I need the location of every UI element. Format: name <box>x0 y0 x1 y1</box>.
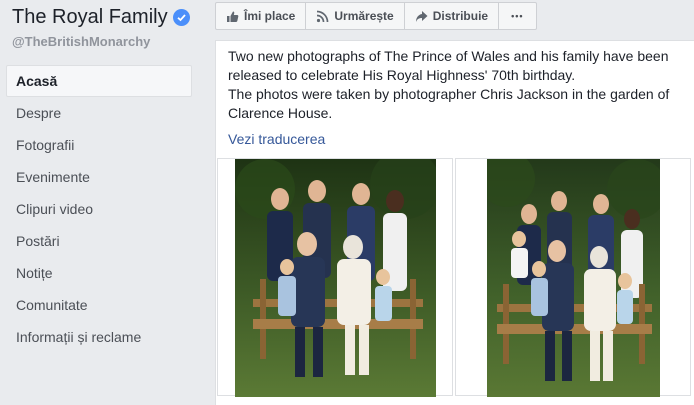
nav-item-photos[interactable]: Fotografii <box>6 129 192 161</box>
nav-item-videos[interactable]: Clipuri video <box>6 193 192 225</box>
family-photo-1 <box>235 159 436 397</box>
post-card: Two new photographs of The Prince of Wal… <box>215 40 694 405</box>
verified-badge-icon <box>172 9 190 26</box>
share-button[interactable]: Distribuie <box>405 3 500 29</box>
nav-item-posts[interactable]: Postări <box>6 225 192 257</box>
page-header: The Royal Family <box>12 6 190 29</box>
nav-item-about[interactable]: Despre <box>6 97 192 129</box>
share-arrow-icon <box>415 10 428 22</box>
nav-item-notes[interactable]: Notițe <box>6 257 192 289</box>
nav-item-home[interactable]: Acasă <box>6 65 192 97</box>
more-dots-icon: ••• <box>511 11 524 21</box>
nav-item-events[interactable]: Evenimente <box>6 161 192 193</box>
family-photo-2 <box>487 159 660 397</box>
like-button[interactable]: Îmi place <box>216 3 307 29</box>
thumbs-up-icon <box>227 11 239 22</box>
nav-item-info-ads[interactable]: Informații și reclame <box>6 321 192 353</box>
more-options-button[interactable]: ••• <box>499 3 535 29</box>
page-sidebar: The Royal Family @TheBritishMonarchy Aca… <box>0 0 203 405</box>
page-handle[interactable]: @TheBritishMonarchy <box>12 34 150 49</box>
post-photo-2[interactable] <box>455 158 691 397</box>
page-name[interactable]: The Royal Family <box>12 6 168 29</box>
post-paragraph-1: Two new photographs of The Prince of Wal… <box>228 48 669 83</box>
rss-follow-icon <box>317 10 329 22</box>
nav-item-community[interactable]: Comunitate <box>6 289 192 321</box>
post-paragraph-2: The photos were taken by photographer Ch… <box>228 86 670 121</box>
like-label: Îmi place <box>244 9 296 23</box>
post-photo-1[interactable] <box>217 158 453 397</box>
follow-button[interactable]: Urmărește <box>306 3 405 29</box>
page-action-bar: Îmi place Urmărește Distribuie ••• <box>215 2 537 30</box>
page-nav: Acasă Despre Fotografii Evenimente Clipu… <box>6 65 192 353</box>
see-translation-link[interactable]: Vezi traducerea <box>228 131 325 147</box>
post-text: Two new photographs of The Prince of Wal… <box>228 47 688 123</box>
share-label: Distribuie <box>432 9 489 23</box>
follow-label: Urmărește <box>334 9 394 23</box>
